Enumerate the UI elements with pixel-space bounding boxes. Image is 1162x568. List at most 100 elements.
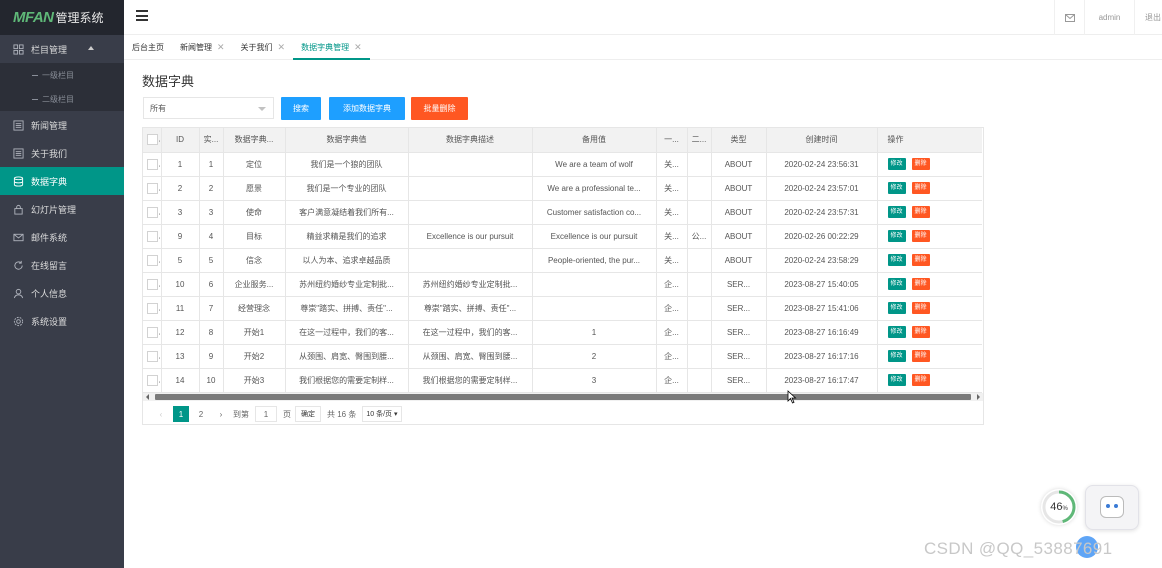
sidebar-item-profile[interactable]: 个人信息: [0, 279, 124, 307]
sidebar-item-slides[interactable]: 幻灯片管理: [0, 195, 124, 223]
edit-button[interactable]: 修改: [887, 206, 906, 218]
delete-button[interactable]: 删除: [911, 278, 930, 290]
table-cell: 从颈围、肩宽、臀围到腰...: [285, 344, 409, 369]
row-checkbox[interactable]: [143, 200, 162, 225]
delete-button[interactable]: 删除: [911, 230, 930, 242]
logo[interactable]: MFAN 管理系统: [0, 0, 124, 35]
horizontal-scrollbar[interactable]: [143, 393, 983, 401]
sidebar-item-about[interactable]: 关于我们: [0, 139, 124, 167]
edit-button[interactable]: 修改: [887, 182, 906, 194]
row-checkbox[interactable]: [143, 152, 162, 177]
prev-page-icon[interactable]: ‹: [153, 406, 169, 422]
table-row[interactable]: 11 7 经营理念 尊崇"踏实、拼搏、责任"... 尊崇"踏实、拼搏、责任"... 企..…: [143, 296, 982, 321]
delete-button[interactable]: 删除: [911, 158, 930, 170]
delete-button[interactable]: 删除: [911, 326, 930, 338]
logout-link[interactable]: 退出: [1134, 0, 1162, 35]
table-row[interactable]: 3 3 使命 客户满意凝结着我们所有... Customer satisfaction …: [143, 200, 982, 225]
tab-home[interactable]: 后台主页: [124, 36, 172, 59]
tab-about[interactable]: 关于我们 ✕: [233, 36, 294, 59]
table-row[interactable]: 13 9 开始2 从颈围、肩宽、臀围到腰... 从颈围、肩宽、臀围到腰... 2 企... S…: [143, 344, 982, 369]
table-row[interactable]: 9 4 目标 精益求精是我们的追求 Excellence is our pursuit E…: [143, 224, 982, 249]
column-header[interactable]: 二...: [687, 128, 712, 153]
page-link[interactable]: 2: [193, 406, 209, 422]
search-button[interactable]: 搜索: [281, 97, 321, 120]
delete-button[interactable]: 删除: [911, 206, 930, 218]
goto-confirm-button[interactable]: 确定: [295, 406, 321, 422]
row-checkbox[interactable]: [143, 320, 162, 345]
add-dictionary-button[interactable]: 添加数据字典: [329, 97, 405, 120]
edit-button[interactable]: 修改: [887, 230, 906, 242]
delete-button[interactable]: 删除: [911, 182, 930, 194]
column-header[interactable]: 数据字典...: [223, 128, 286, 153]
sidebar-item-mail[interactable]: 邮件系统: [0, 223, 124, 251]
tab-data-dictionary[interactable]: 数据字典管理 ✕: [293, 36, 370, 60]
table-row[interactable]: 1 1 定位 我们是一个狼的团队 We are a team of wolf 关... AB…: [143, 152, 982, 177]
edit-button[interactable]: 修改: [887, 158, 906, 170]
table-row[interactable]: 14 10 开始3 我们根据您的需要定制样... 我们根据您的需要定制样... 3 企...…: [143, 368, 982, 393]
edit-button[interactable]: 修改: [887, 278, 906, 290]
delete-button[interactable]: 删除: [911, 302, 930, 314]
row-checkbox[interactable]: [143, 224, 162, 249]
page-current[interactable]: 1: [173, 406, 189, 422]
edit-button[interactable]: 修改: [887, 374, 906, 386]
sidebar-item-column-management[interactable]: 栏目管理: [0, 35, 124, 63]
close-icon[interactable]: ✕: [217, 42, 225, 53]
column-header[interactable]: 备用值: [532, 128, 657, 153]
edit-button[interactable]: 修改: [887, 350, 906, 362]
select-all-checkbox[interactable]: [143, 128, 162, 153]
delete-button[interactable]: 删除: [911, 374, 930, 386]
mail-icon[interactable]: [1054, 0, 1084, 35]
table-cell: 关...: [656, 248, 688, 273]
sidebar-item-messages[interactable]: 在线留言: [0, 251, 124, 279]
sidebar-item-data-dictionary[interactable]: 数据字典: [0, 167, 124, 195]
table-row[interactable]: 2 2 愿景 我们是一个专业的团队 We are a professional te..…: [143, 176, 982, 201]
row-checkbox[interactable]: [143, 248, 162, 273]
scroll-left-icon[interactable]: [146, 394, 149, 400]
scroll-right-icon[interactable]: [977, 394, 980, 400]
scrollbar-thumb[interactable]: [155, 394, 971, 400]
batch-delete-button[interactable]: 批量删除: [411, 97, 468, 120]
refresh-icon: [12, 259, 24, 271]
row-checkbox[interactable]: [143, 344, 162, 369]
table-cell: 苏州纽约婚纱专业定制批...: [408, 272, 533, 297]
column-header[interactable]: 创建时间: [766, 128, 878, 153]
row-checkbox[interactable]: [143, 296, 162, 321]
sidebar-subitem-level2[interactable]: 二级栏目: [0, 87, 124, 111]
edit-button[interactable]: 修改: [887, 326, 906, 338]
close-icon[interactable]: ✕: [354, 42, 362, 53]
row-actions: 修改 删除: [877, 176, 982, 201]
table-row[interactable]: 5 5 信念 以人为本、追求卓越品质 People-oriented, the pur.…: [143, 248, 982, 273]
delete-button[interactable]: 删除: [911, 254, 930, 266]
sidebar-subitem-level1[interactable]: 一级栏目: [0, 63, 124, 87]
column-header[interactable]: 数据字典值: [285, 128, 409, 153]
table-cell: Excellence is our pursuit: [408, 224, 533, 249]
row-checkbox[interactable]: [143, 368, 162, 393]
menu-toggle-icon[interactable]: [136, 10, 148, 21]
column-header[interactable]: 一...: [656, 128, 688, 153]
delete-button[interactable]: 删除: [911, 350, 930, 362]
row-checkbox[interactable]: [143, 272, 162, 297]
edit-button[interactable]: 修改: [887, 302, 906, 314]
sidebar-item-settings[interactable]: 系统设置: [0, 307, 124, 335]
column-header[interactable]: ID: [161, 128, 200, 153]
tab-news[interactable]: 新闻管理 ✕: [172, 36, 233, 59]
column-header[interactable]: 数据字典描述: [408, 128, 533, 153]
table-row[interactable]: 10 6 企业服务... 苏州纽约婚纱专业定制批... 苏州纽约婚纱专业定制批... 企.…: [143, 272, 982, 297]
edit-button[interactable]: 修改: [887, 254, 906, 266]
table-header-row: ID 实... 数据字典... 数据字典值 数据字典描述 备用值 一... 二.…: [143, 128, 982, 153]
sidebar-item-news[interactable]: 新闻管理: [0, 111, 124, 139]
goto-page-input[interactable]: 1: [255, 406, 277, 422]
user-menu[interactable]: admin: [1084, 0, 1134, 35]
table-cell: 3: [199, 200, 224, 225]
close-icon[interactable]: ✕: [278, 42, 286, 53]
assistant-widget[interactable]: [1085, 485, 1139, 530]
column-header[interactable]: 类型: [711, 128, 767, 153]
mail-icon: [12, 231, 24, 243]
table-row[interactable]: 12 8 开始1 在这一过程中，我们的客... 在这一过程中，我们的客... 1 企... S…: [143, 320, 982, 345]
type-filter-select[interactable]: 所有: [143, 97, 274, 119]
progress-widget[interactable]: 46%: [1041, 489, 1077, 525]
next-page-icon[interactable]: ›: [213, 406, 229, 422]
column-header[interactable]: 实...: [199, 128, 224, 153]
row-checkbox[interactable]: [143, 176, 162, 201]
page-size-select[interactable]: 10 条/页 ▾: [362, 406, 402, 422]
